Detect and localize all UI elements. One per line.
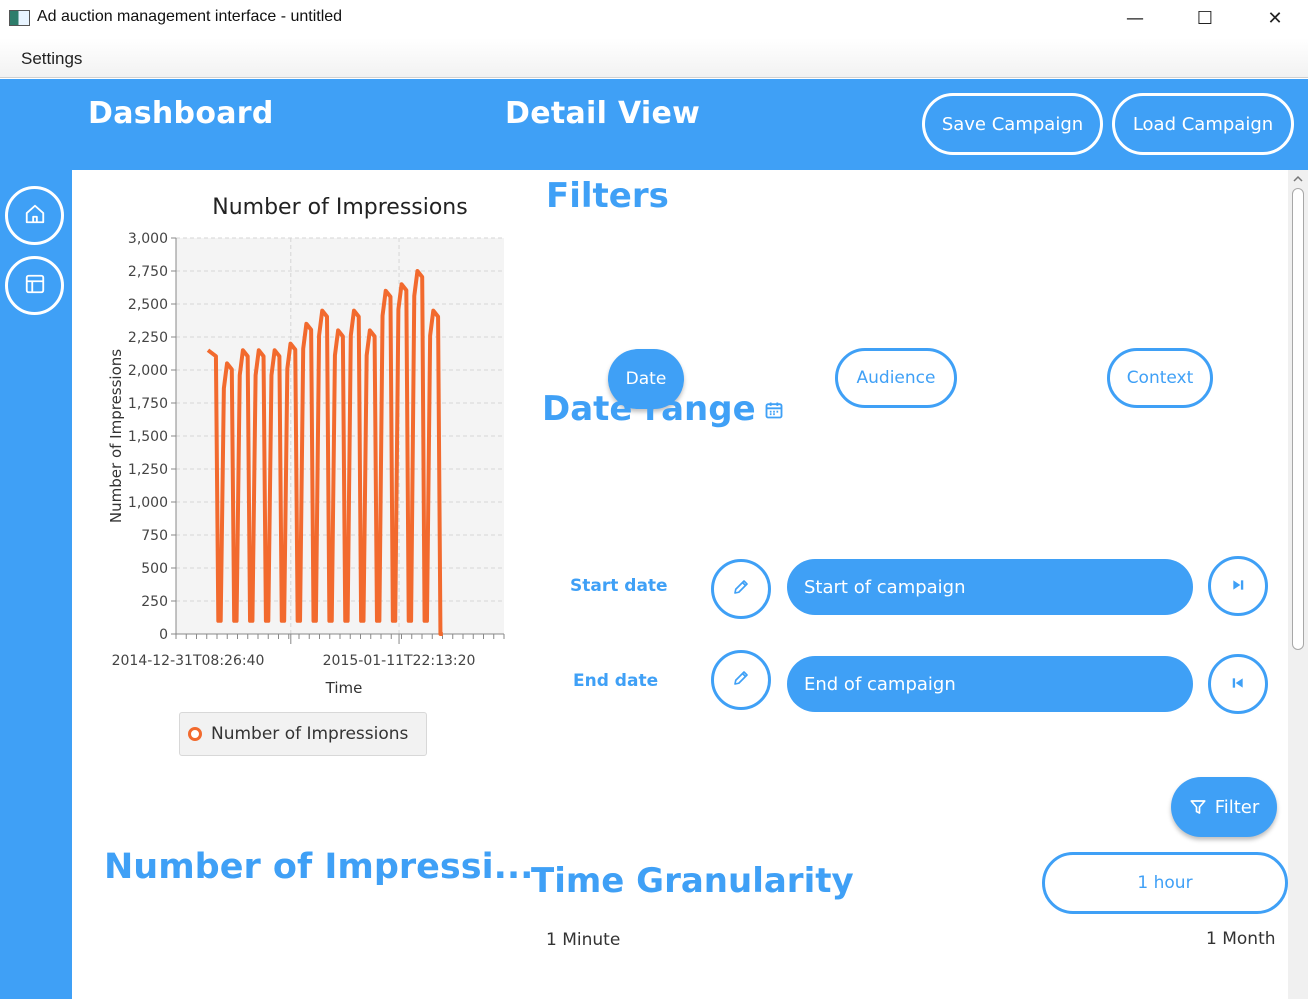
detail-panel: 0 250 500 750 1,000 1,250 1,500 1,750 2,000 2,250… bbox=[72, 170, 1308, 999]
end-date-field[interactable]: End of campaign bbox=[787, 656, 1193, 712]
funnel-icon bbox=[1189, 798, 1207, 816]
y-tick-label: 750 bbox=[141, 528, 168, 544]
filter-button-label: Filter bbox=[1214, 796, 1260, 818]
start-date-edit-button[interactable] bbox=[711, 559, 771, 619]
date-range-heading: Date range bbox=[542, 389, 784, 429]
filters-heading: Filters bbox=[546, 176, 669, 216]
minimize-button[interactable]: — bbox=[1112, 2, 1158, 34]
scrollbar-thumb[interactable] bbox=[1292, 188, 1304, 650]
tab-detail-view[interactable]: Detail View bbox=[505, 96, 700, 131]
load-campaign-button[interactable]: Load Campaign bbox=[1112, 93, 1294, 155]
save-campaign-button[interactable]: Save Campaign bbox=[922, 93, 1103, 155]
y-tick-label: 3,000 bbox=[128, 231, 168, 247]
date-range-title: Date range bbox=[542, 389, 756, 429]
filter-context-button[interactable]: Context bbox=[1107, 348, 1213, 408]
sidebar-home-button[interactable] bbox=[5, 186, 64, 245]
legend-label: Number of Impressions bbox=[211, 724, 409, 744]
calendar-icon bbox=[764, 389, 784, 429]
vertical-scrollbar[interactable] bbox=[1288, 170, 1308, 999]
app-icon bbox=[9, 10, 30, 26]
app-area: Dashboard Detail View Save Campaign Load… bbox=[0, 79, 1308, 999]
menu-settings[interactable]: Settings bbox=[21, 49, 82, 69]
layout-icon bbox=[24, 273, 46, 299]
scroll-up-icon[interactable] bbox=[1292, 173, 1304, 185]
close-button[interactable]: ✕ bbox=[1252, 2, 1298, 34]
end-date-label: End date bbox=[573, 671, 659, 691]
pencil-icon bbox=[732, 669, 750, 691]
filter-button[interactable]: Filter bbox=[1171, 777, 1277, 837]
menu-bar: Settings bbox=[0, 38, 1308, 78]
y-tick-label: 250 bbox=[141, 594, 168, 610]
impressions-chart: 0 250 500 750 1,000 1,250 1,500 1,750 2,000 2,250… bbox=[107, 195, 505, 697]
x-tick-label: 2015-01-11T22:13:20 bbox=[323, 653, 476, 669]
end-date-skip-button[interactable] bbox=[1208, 654, 1268, 714]
time-granularity-heading: Time Granularity bbox=[531, 861, 854, 901]
y-tick-label: 2,500 bbox=[128, 297, 168, 313]
y-tick-label: 1,750 bbox=[128, 396, 168, 412]
start-date-skip-button[interactable] bbox=[1208, 556, 1268, 616]
y-tick-label: 2,750 bbox=[128, 264, 168, 280]
filter-audience-button[interactable]: Audience bbox=[835, 348, 957, 408]
legend-marker bbox=[188, 727, 202, 741]
y-tick-label: 500 bbox=[141, 561, 168, 577]
y-tick-label: 2,250 bbox=[128, 330, 168, 346]
title-bar: Ad auction management interface - untitl… bbox=[0, 0, 1308, 38]
home-icon bbox=[24, 203, 46, 229]
sidebar-layout-button[interactable] bbox=[5, 256, 64, 315]
slider-max-label: 1 Month bbox=[1206, 929, 1276, 949]
metric-title: Number of Impressi... bbox=[104, 847, 534, 887]
pencil-icon bbox=[732, 578, 750, 600]
chart-legend: Number of Impressions bbox=[179, 712, 427, 756]
end-date-edit-button[interactable] bbox=[711, 650, 771, 710]
y-tick-label: 1,500 bbox=[128, 429, 168, 445]
start-date-label: Start date bbox=[570, 576, 668, 596]
granularity-value-button[interactable]: 1 hour bbox=[1042, 852, 1288, 914]
skip-back-icon bbox=[1231, 675, 1245, 694]
start-date-field[interactable]: Start of campaign bbox=[787, 559, 1193, 615]
window-title: Ad auction management interface - untitl… bbox=[37, 8, 343, 25]
x-axis-label: Time bbox=[325, 679, 363, 697]
skip-forward-icon bbox=[1231, 577, 1245, 596]
y-tick-label: 1,000 bbox=[128, 495, 168, 511]
chart-title: Number of Impressions bbox=[212, 195, 467, 220]
maximize-button[interactable]: ☐ bbox=[1182, 2, 1228, 34]
x-tick-label: 2014-12-31T08:26:40 bbox=[112, 653, 265, 669]
slider-min-label: 1 Minute bbox=[546, 930, 621, 950]
y-tick-label: 2,000 bbox=[128, 363, 168, 379]
y-tick-label: 0 bbox=[159, 627, 168, 643]
y-axis-label: Number of Impressions bbox=[107, 349, 125, 523]
tab-dashboard[interactable]: Dashboard bbox=[88, 96, 274, 131]
y-tick-label: 1,250 bbox=[128, 462, 168, 478]
